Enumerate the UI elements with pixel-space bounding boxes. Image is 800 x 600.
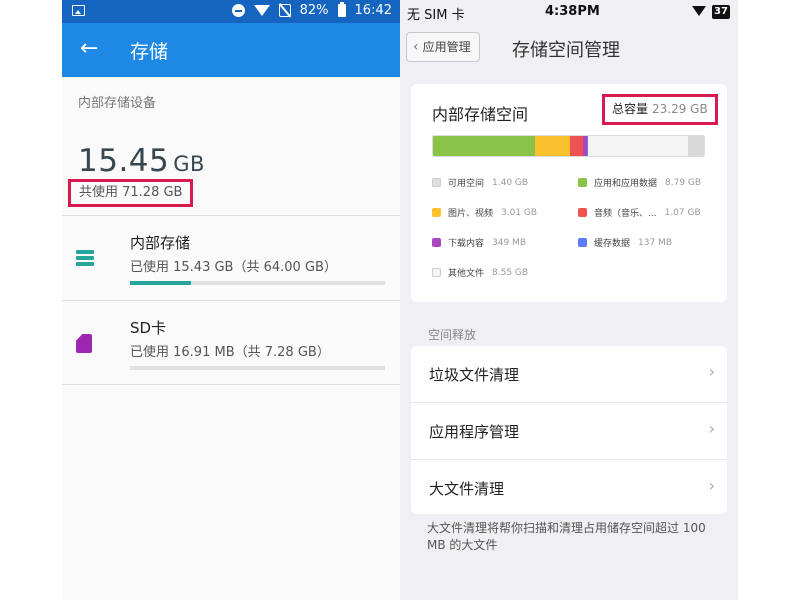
legend-value: 3.01 GB bbox=[501, 207, 538, 218]
total-used-label: 共使用 71.28 GB bbox=[68, 179, 194, 207]
storage-icon bbox=[76, 250, 94, 268]
legend-label: 其他文件 bbox=[448, 269, 485, 279]
capacity-segment bbox=[535, 136, 571, 156]
back-arrow-icon[interactable]: ← bbox=[80, 38, 98, 60]
battery-percent: 82% bbox=[299, 3, 329, 18]
section-label: 内部存储设备 bbox=[78, 96, 157, 111]
legend-swatch bbox=[578, 208, 587, 217]
menu-item-label: 垃圾文件清理 bbox=[429, 366, 520, 384]
legend-value: 8.79 GB bbox=[665, 177, 702, 188]
status-bar: 82% 16:42 bbox=[62, 0, 400, 23]
capacity-segment bbox=[687, 136, 704, 156]
storage-item-internal[interactable]: 内部存储 已使用 15.43 GB（共 64.00 GB） bbox=[62, 216, 400, 300]
legend-value: 1.40 GB bbox=[492, 177, 529, 188]
legend-label: 下载内容 bbox=[448, 239, 485, 249]
wifi-icon bbox=[692, 6, 706, 16]
legend-label: 可用空间 bbox=[448, 179, 485, 189]
usage-bar-fill bbox=[130, 281, 192, 285]
chevron-right-icon: › bbox=[708, 419, 715, 438]
do-not-disturb-icon bbox=[231, 4, 245, 17]
total-capacity-label: 总容量 bbox=[612, 102, 649, 116]
legend-value: 349 MB bbox=[492, 237, 526, 248]
used-storage-value: 15.45 GB bbox=[78, 143, 205, 179]
storage-item-sd-card[interactable]: SD卡 已使用 16.91 MB（共 7.28 GB） bbox=[62, 301, 400, 385]
legend-item: 应用和应用数据 8.79 GB bbox=[578, 176, 701, 189]
capacity-bar bbox=[432, 135, 705, 157]
battery-icon: 37 bbox=[712, 5, 730, 19]
wifi-icon bbox=[253, 5, 270, 16]
legend-item: 其他文件 8.55 GB bbox=[432, 266, 528, 279]
menu-item-junk-cleanup[interactable]: 垃圾文件清理 › bbox=[411, 346, 727, 402]
legend-item: 下载内容 349 MB bbox=[432, 236, 526, 249]
chevron-right-icon: › bbox=[708, 362, 715, 381]
status-time: 16:42 bbox=[354, 3, 392, 18]
back-button[interactable]: ‹ 应用管理 bbox=[406, 32, 480, 62]
legend-item: 可用空间 1.40 GB bbox=[432, 176, 528, 189]
legend-swatch bbox=[432, 208, 441, 217]
page-title: 存储 bbox=[130, 41, 169, 63]
storage-item-name: 内部存储 bbox=[130, 234, 191, 252]
used-number: 15.45 bbox=[78, 143, 170, 179]
capacity-segment bbox=[570, 136, 583, 156]
carrier-text: 无 SIM 卡 bbox=[407, 8, 465, 23]
legend-item: 图片、视频 3.01 GB bbox=[432, 206, 537, 219]
menu-item-app-management[interactable]: 应用程序管理 › bbox=[411, 403, 727, 459]
legend-item: 音频（音乐、... 1.07 GB bbox=[578, 206, 701, 219]
chevron-right-icon: › bbox=[708, 476, 715, 495]
legend-label: 缓存数据 bbox=[594, 239, 631, 249]
legend-label: 应用和应用数据 bbox=[594, 179, 658, 189]
back-button-label: 应用管理 bbox=[422, 40, 471, 54]
android-storage-screen: 82% 16:42 ← 存储 内部存储设备 15.45 GB 共使用 71.28 … bbox=[62, 0, 400, 600]
legend-item: 缓存数据 137 MB bbox=[578, 236, 672, 249]
page-title: 存储空间管理 bbox=[512, 40, 620, 61]
total-capacity: 总容量 23.29 GB bbox=[602, 94, 718, 125]
menu-item-label: 应用程序管理 bbox=[429, 423, 520, 441]
card-title: 内部存储空间 bbox=[432, 105, 529, 124]
legend-swatch bbox=[578, 238, 587, 247]
legend-value: 8.55 GB bbox=[492, 267, 529, 278]
legend-label: 图片、视频 bbox=[448, 209, 494, 219]
legend-swatch bbox=[432, 178, 441, 187]
chevron-left-icon: ‹ bbox=[413, 39, 419, 55]
capacity-segment bbox=[588, 136, 688, 156]
legend-swatch bbox=[432, 238, 441, 247]
footer-note: 大文件清理将帮你扫描和清理占用储存空间超过 100 MB 的大文件 bbox=[427, 521, 706, 552]
battery-icon bbox=[337, 2, 346, 17]
usage-bar bbox=[130, 281, 385, 285]
gallery-icon bbox=[72, 5, 85, 16]
status-time: 4:38PM bbox=[545, 4, 600, 19]
no-sim-icon bbox=[278, 4, 291, 17]
legend-value: 1.07 GB bbox=[664, 207, 701, 218]
sd-card-icon bbox=[76, 334, 92, 353]
divider bbox=[62, 384, 400, 385]
app-bar: ← 存储 bbox=[62, 23, 400, 77]
legend-label: 音频（音乐、... bbox=[594, 209, 657, 219]
capacity-segment bbox=[433, 136, 536, 156]
menu-item-large-file-cleanup[interactable]: 大文件清理 › bbox=[411, 460, 727, 516]
nav-bar: ‹ 应用管理 存储空间管理 bbox=[400, 24, 738, 72]
cleanup-menu: 垃圾文件清理 › 应用程序管理 › 大文件清理 › bbox=[411, 346, 727, 514]
used-unit: GB bbox=[173, 152, 205, 176]
storage-item-detail: 已使用 15.43 GB（共 64.00 GB） bbox=[130, 260, 337, 275]
storage-item-detail: 已使用 16.91 MB（共 7.28 GB） bbox=[130, 345, 330, 360]
usage-bar bbox=[130, 366, 385, 370]
legend-value: 137 MB bbox=[638, 237, 672, 248]
storage-item-name: SD卡 bbox=[130, 319, 167, 337]
legend-swatch bbox=[432, 268, 441, 277]
storage-summary-card: 内部存储空间 总容量 23.29 GB 可用空间 1.40 GB 应用和应用数据 8.… bbox=[411, 84, 727, 302]
section-label: 空间释放 bbox=[428, 328, 477, 342]
status-bar: 无 SIM 卡 4:38PM 37 bbox=[400, 0, 738, 24]
ios-storage-screen: 无 SIM 卡 4:38PM 37 ‹ 应用管理 存储空间管理 内部存储空间 总… bbox=[400, 0, 738, 600]
menu-item-label: 大文件清理 bbox=[429, 480, 505, 498]
total-capacity-value: 23.29 GB bbox=[652, 102, 708, 116]
legend-swatch bbox=[578, 178, 587, 187]
